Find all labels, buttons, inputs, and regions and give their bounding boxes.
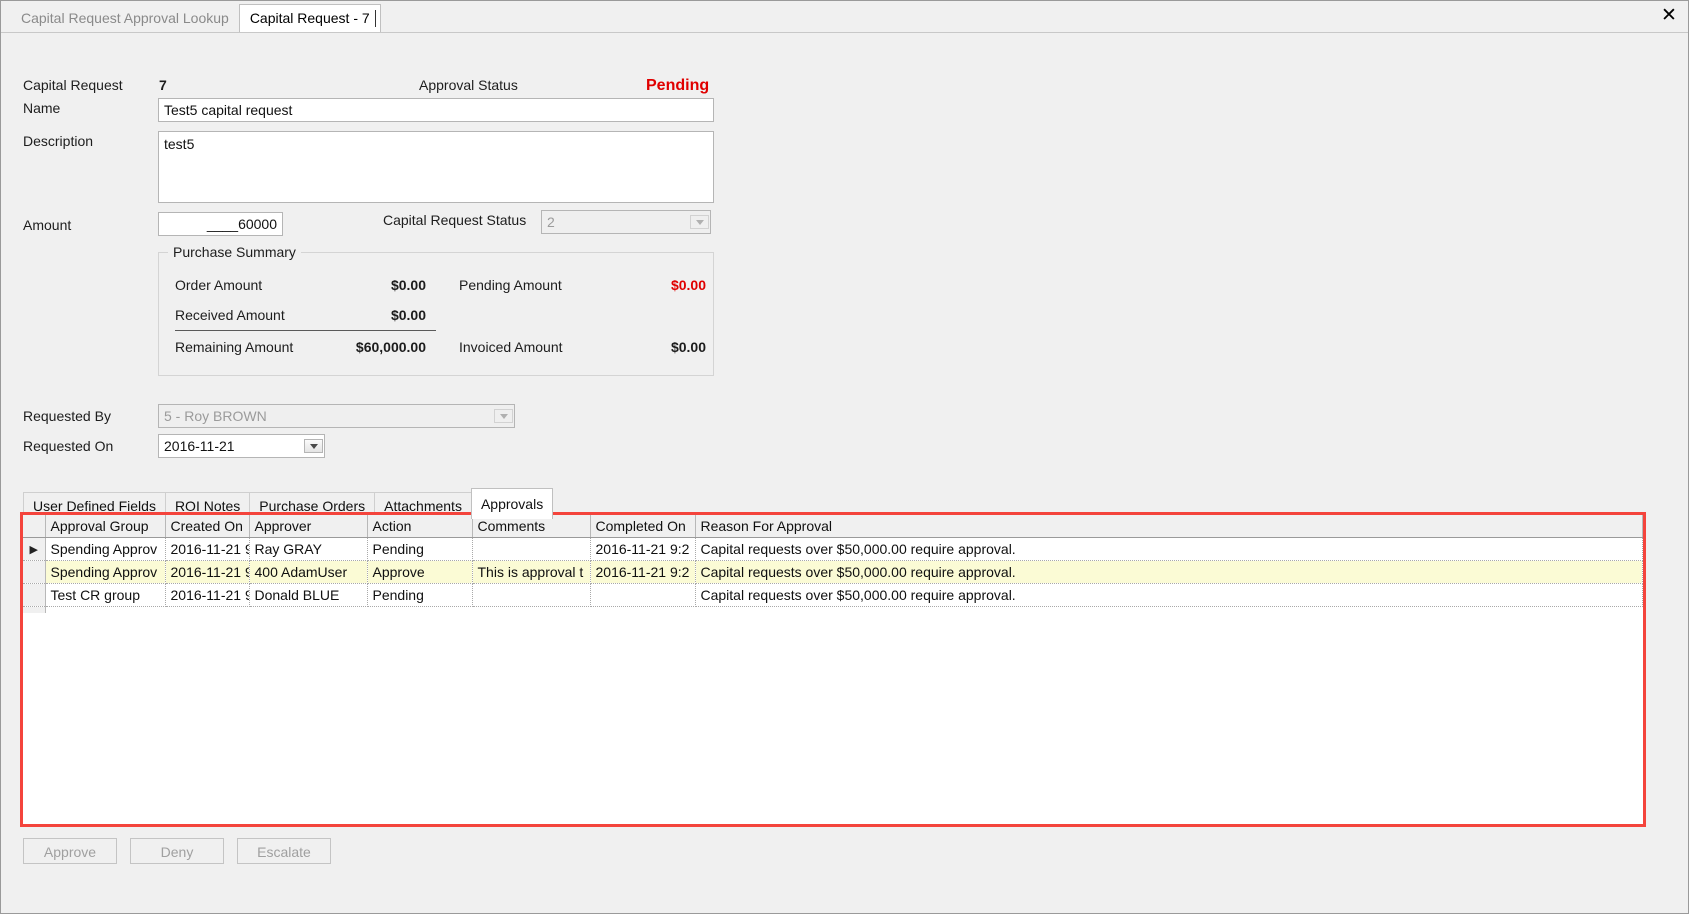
summary-divider	[175, 330, 436, 331]
table-row[interactable]: ▶ Spending Approv 2016-11-21 9 Ray GRAY …	[23, 537, 1643, 561]
chevron-down-icon[interactable]	[304, 439, 323, 453]
row-indicator: ▶	[23, 537, 46, 561]
purchase-summary-title: Purchase Summary	[168, 244, 301, 260]
row-indicator	[23, 583, 46, 607]
name-input[interactable]	[158, 98, 714, 122]
approvals-grid: Approval Group Created On Approver Actio…	[23, 515, 1643, 613]
column-header-approval-group[interactable]: Approval Group	[45, 515, 166, 538]
action-button-row: Approve Deny Escalate	[23, 838, 331, 864]
cell-comments[interactable]: This is approval t	[472, 560, 591, 584]
cell-action[interactable]: Pending	[367, 583, 473, 607]
approval-status-value: Pending	[646, 77, 710, 94]
amount-input[interactable]	[158, 212, 283, 236]
order-amount-value: $0.00	[390, 277, 426, 293]
window-tabs: Capital Request Approval Lookup Capital …	[11, 4, 381, 32]
remaining-amount-label: Remaining Amount	[175, 339, 294, 355]
row-indicator-filler	[23, 606, 46, 613]
cell-approver[interactable]: 400 AdamUser	[249, 560, 368, 584]
cell-reason-for-approval[interactable]: Capital requests over $50,000.00 require…	[695, 537, 1643, 561]
name-label: Name	[23, 100, 61, 116]
grid-empty-area[interactable]	[23, 606, 1643, 614]
cell-approver[interactable]: Donald BLUE	[249, 583, 368, 607]
column-header-reason-for-approval[interactable]: Reason For Approval	[695, 515, 1643, 538]
grid-filler-cell	[45, 607, 1643, 614]
row-indicator-header	[23, 515, 46, 538]
cell-approver[interactable]: Ray GRAY	[249, 537, 368, 561]
cell-completed-on[interactable]: 2016-11-21 9:2	[590, 560, 696, 584]
capital-request-window: Capital Request Approval Lookup Capital …	[0, 0, 1689, 914]
cell-created-on[interactable]: 2016-11-21 9	[165, 583, 250, 607]
tab-approvals[interactable]: Approvals	[470, 488, 554, 519]
grid-header-row: Approval Group Created On Approver Actio…	[23, 515, 1643, 538]
pending-amount-label: Pending Amount	[459, 277, 562, 293]
requested-on-label: Requested On	[23, 438, 114, 454]
description-label: Description	[23, 133, 94, 149]
capital-request-status-select[interactable]: 2	[541, 210, 711, 234]
capital-request-id: 7	[159, 77, 167, 93]
approval-status-label: Approval Status	[419, 77, 518, 93]
description-textarea[interactable]: test5	[158, 131, 714, 203]
deny-button[interactable]: Deny	[130, 838, 224, 864]
cell-approval-group[interactable]: Spending Approv	[45, 537, 166, 561]
order-amount-label: Order Amount	[175, 277, 263, 293]
cell-reason-for-approval[interactable]: Capital requests over $50,000.00 require…	[695, 560, 1643, 584]
invoiced-amount-value: $0.00	[670, 339, 706, 355]
column-header-created-on[interactable]: Created On	[165, 515, 250, 538]
cell-created-on[interactable]: 2016-11-21 9	[165, 560, 250, 584]
cell-comments[interactable]	[472, 537, 591, 561]
column-header-action[interactable]: Action	[367, 515, 473, 538]
column-header-completed-on[interactable]: Completed On	[590, 515, 696, 538]
table-row[interactable]: Test CR group 2016-11-21 9 Donald BLUE P…	[23, 583, 1643, 607]
cell-approval-group[interactable]: Test CR group	[45, 583, 166, 607]
capital-request-status-label: Capital Request Status	[383, 212, 527, 228]
table-row[interactable]: Spending Approv 2016-11-21 9 400 AdamUse…	[23, 560, 1643, 584]
column-header-approver[interactable]: Approver	[249, 515, 368, 538]
invoiced-amount-label: Invoiced Amount	[459, 339, 563, 355]
amount-label: Amount	[23, 217, 72, 233]
approve-button[interactable]: Approve	[23, 838, 117, 864]
cell-completed-on[interactable]: 2016-11-21 9:2	[590, 537, 696, 561]
requested-by-label: Requested By	[23, 408, 111, 424]
cell-completed-on[interactable]	[590, 583, 696, 607]
received-amount-value: $0.00	[390, 307, 426, 323]
cell-reason-for-approval[interactable]: Capital requests over $50,000.00 require…	[695, 583, 1643, 607]
window-tab-capital-request-7[interactable]: Capital Request - 7	[238, 4, 381, 32]
requested-on-value: 2016-11-21	[164, 438, 235, 454]
chevron-down-icon[interactable]	[494, 409, 513, 423]
cell-comments[interactable]	[472, 583, 591, 607]
form-content: Capital Request 7 Approval Status Pendin…	[1, 33, 1688, 913]
capital-request-label: Capital Request	[23, 77, 123, 93]
capital-request-status-value: 2	[547, 214, 555, 230]
requested-by-select[interactable]: 5 - Roy BROWN	[158, 404, 515, 428]
approvals-grid-container[interactable]: Approval Group Created On Approver Actio…	[20, 512, 1646, 827]
requested-on-datepicker[interactable]: 2016-11-21	[158, 434, 325, 458]
cell-action[interactable]: Pending	[367, 537, 473, 561]
cell-approval-group[interactable]: Spending Approv	[45, 560, 166, 584]
requested-by-value: 5 - Roy BROWN	[164, 408, 267, 424]
cell-action[interactable]: Approve	[367, 560, 473, 584]
escalate-button[interactable]: Escalate	[237, 838, 331, 864]
window-tab-capital-request-approval-lookup[interactable]: Capital Request Approval Lookup	[11, 5, 239, 32]
cell-created-on[interactable]: 2016-11-21 9	[165, 537, 250, 561]
chevron-down-icon[interactable]	[690, 215, 709, 229]
window-tab-strip: Capital Request Approval Lookup Capital …	[1, 1, 1688, 33]
pending-amount-value: $0.00	[670, 277, 706, 293]
row-indicator	[23, 560, 46, 584]
received-amount-label: Received Amount	[175, 307, 285, 323]
close-icon[interactable]: ✕	[1658, 6, 1680, 28]
remaining-amount-value: $60,000.00	[355, 339, 426, 355]
